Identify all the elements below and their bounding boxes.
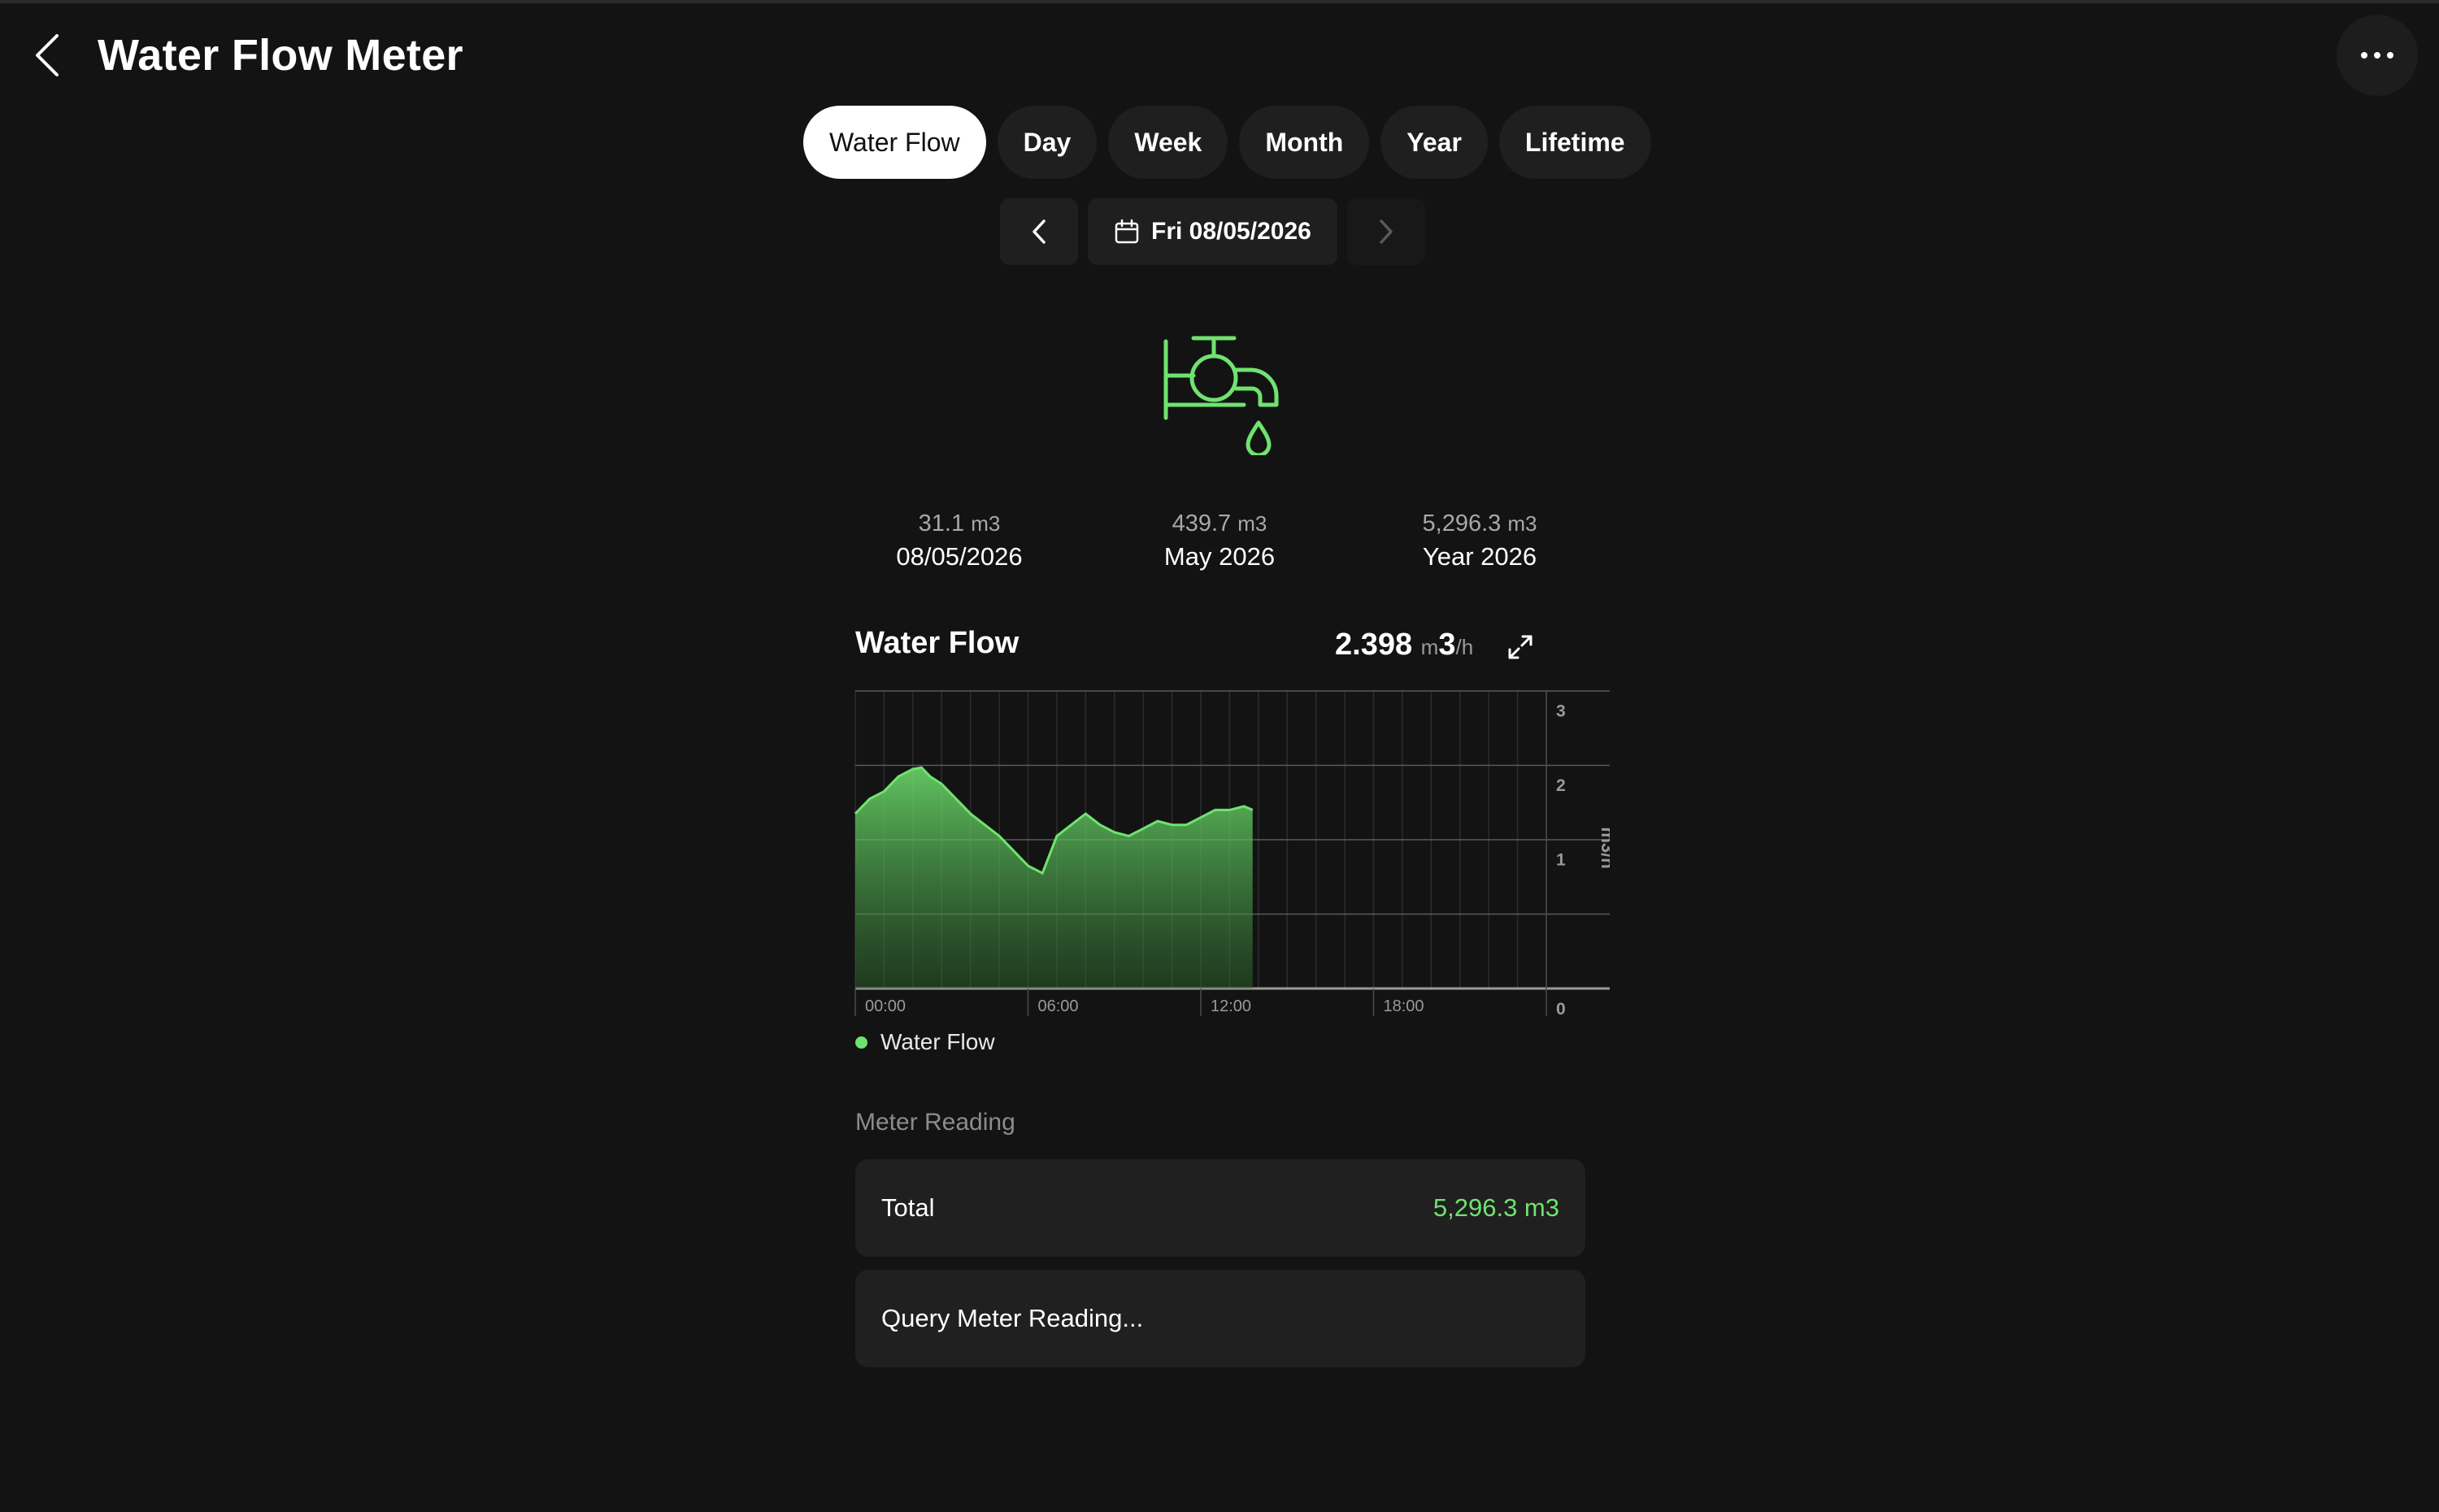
date-picker-button[interactable]: Fri 08/05/2026 xyxy=(1088,198,1337,265)
more-icon xyxy=(2361,52,2393,59)
tab-year[interactable]: Year xyxy=(1380,106,1488,179)
monthly-total-label: May 2026 xyxy=(1163,542,1276,571)
page-title: Water Flow Meter xyxy=(98,31,463,80)
total-value: 5,296.3 m3 xyxy=(1433,1193,1559,1222)
current-flow: 2.398 m3/h xyxy=(1335,628,1473,663)
y-axis-label: m3/h xyxy=(1598,827,1610,868)
meter-reading-heading: Meter Reading xyxy=(855,1109,1015,1136)
yearly-total-label: Year 2026 xyxy=(1422,542,1537,571)
query-meter-reading-button[interactable]: Query Meter Reading... xyxy=(855,1270,1585,1367)
yearly-total-value: 5,296.3 xyxy=(1422,511,1502,537)
date-navigator: Fri 08/05/2026 xyxy=(1000,198,1425,265)
daily-total-unit: m3 xyxy=(971,511,1001,536)
tab-water-flow[interactable]: Water Flow xyxy=(803,106,986,179)
chevron-left-icon xyxy=(1033,219,1046,244)
monthly-total-unit: m3 xyxy=(1237,511,1267,536)
total-label: Total xyxy=(881,1193,935,1222)
chevron-right-icon xyxy=(1380,219,1393,244)
water-tap-icon xyxy=(1163,336,1279,455)
next-date-button[interactable] xyxy=(1346,198,1425,265)
current-flow-value: 2.398 xyxy=(1335,628,1413,662)
y-tick-label: 0 xyxy=(1556,1000,1566,1019)
water-flow-chart: 00:0006:0012:0018:0001234m3/h xyxy=(854,690,1610,1019)
daily-total-value: 31.1 xyxy=(918,511,965,537)
current-flow-unit-h: /h xyxy=(1455,635,1474,659)
chart-title: Water Flow xyxy=(855,626,1020,660)
x-tick-label: 00:00 xyxy=(865,997,906,1015)
current-flow-unit-3: 3 xyxy=(1438,628,1456,662)
tab-month[interactable]: Month xyxy=(1239,106,1370,179)
total-reading-card: Total 5,296.3 m3 xyxy=(855,1159,1585,1257)
query-meter-reading-label: Query Meter Reading... xyxy=(881,1304,1144,1332)
back-button[interactable] xyxy=(23,24,72,86)
y-tick-label: 3 xyxy=(1556,702,1566,721)
expand-chart-button[interactable] xyxy=(1501,628,1540,667)
tab-lifetime[interactable]: Lifetime xyxy=(1498,106,1651,179)
yearly-total-unit: m3 xyxy=(1507,511,1537,536)
daily-total-label: 08/05/2026 xyxy=(896,542,1023,571)
legend-swatch xyxy=(855,1036,867,1049)
x-tick-label: 06:00 xyxy=(1038,997,1079,1015)
y-tick-label: 2 xyxy=(1556,776,1566,795)
chart-legend: Water Flow xyxy=(855,1029,995,1055)
chevron-left-icon xyxy=(36,34,59,76)
period-tabs: Water Flow Day Week Month Year Lifetime xyxy=(803,106,1651,179)
calendar-icon xyxy=(1115,219,1139,244)
expand-icon xyxy=(1508,635,1533,659)
tab-day[interactable]: Day xyxy=(997,106,1098,179)
more-options-button[interactable] xyxy=(2337,15,2418,96)
tab-week[interactable]: Week xyxy=(1108,106,1228,179)
current-flow-unit-m: m xyxy=(1420,635,1439,659)
monthly-total: 439.7 m3 May 2026 xyxy=(1089,511,1350,571)
area-fill-water-flow xyxy=(855,767,1253,988)
legend-label: Water Flow xyxy=(880,1029,995,1054)
previous-date-button[interactable] xyxy=(1000,198,1078,265)
yearly-total: 5,296.3 m3 Year 2026 xyxy=(1350,511,1610,571)
x-tick-label: 18:00 xyxy=(1384,997,1424,1015)
x-tick-label: 12:00 xyxy=(1211,997,1251,1015)
window-top-border xyxy=(0,0,2439,3)
daily-total: 31.1 m3 08/05/2026 xyxy=(829,511,1089,571)
monthly-total-value: 439.7 xyxy=(1172,511,1232,537)
selected-date: Fri 08/05/2026 xyxy=(1151,218,1311,245)
y-tick-label: 1 xyxy=(1556,851,1566,870)
